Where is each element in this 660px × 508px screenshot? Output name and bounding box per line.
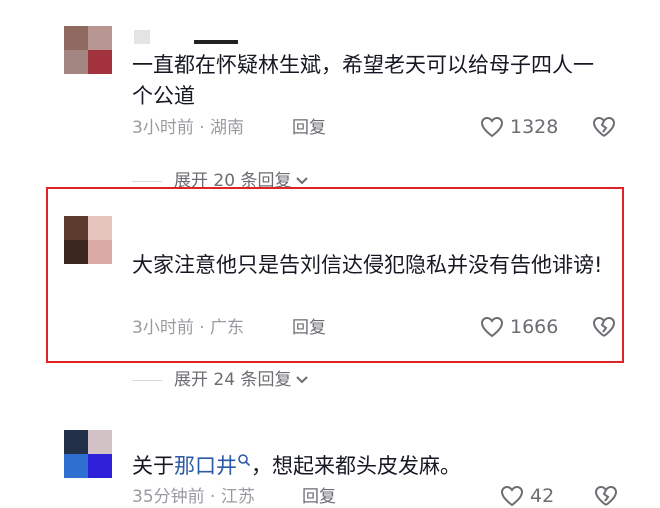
search-icon[interactable] xyxy=(237,453,251,469)
like-button[interactable]: 1328 xyxy=(480,116,558,138)
reply-button[interactable]: 回复 xyxy=(292,117,326,139)
broken-heart-icon[interactable] xyxy=(594,485,618,507)
like-button[interactable]: 42 xyxy=(500,485,554,507)
broken-heart-icon[interactable] xyxy=(592,116,616,138)
expand-label: 展开 24 条回复 xyxy=(174,370,292,390)
comment-text: 大家注意他只是告刘信达侵犯隐私并没有告他诽谤! xyxy=(132,253,603,277)
heart-outline-icon xyxy=(480,316,504,338)
comment-meta: 3小时前 · 湖南 xyxy=(132,118,245,138)
avatar[interactable] xyxy=(64,216,112,264)
comment-text: 关于那口井 ，想起来都头皮发麻。 xyxy=(132,453,461,478)
search-link[interactable]: 那口井 xyxy=(174,454,237,478)
comment-text: 一直都在怀疑林生斌，希望老天可以给母子四人一个公道 xyxy=(132,53,594,108)
reply-button[interactable]: 回复 xyxy=(302,486,336,508)
chevron-down-icon xyxy=(296,177,309,185)
avatar[interactable] xyxy=(64,26,112,74)
username-pixelated[interactable] xyxy=(134,30,244,44)
chevron-down-icon xyxy=(296,376,309,384)
comment-meta: 3小时前 · 广东 xyxy=(132,318,245,338)
reply-button[interactable]: 回复 xyxy=(292,317,326,339)
expand-replies[interactable]: 展开 24 条回复 xyxy=(132,369,309,391)
heart-outline-icon xyxy=(480,116,504,138)
like-count: 1666 xyxy=(510,316,559,338)
broken-heart-icon[interactable] xyxy=(592,316,616,338)
heart-outline-icon xyxy=(500,485,524,507)
comment-meta: 35分钟前 · 江苏 xyxy=(132,487,255,507)
avatar[interactable] xyxy=(64,430,112,478)
like-button[interactable]: 1666 xyxy=(480,316,558,338)
like-count: 42 xyxy=(530,485,555,507)
like-count: 1328 xyxy=(510,116,559,138)
